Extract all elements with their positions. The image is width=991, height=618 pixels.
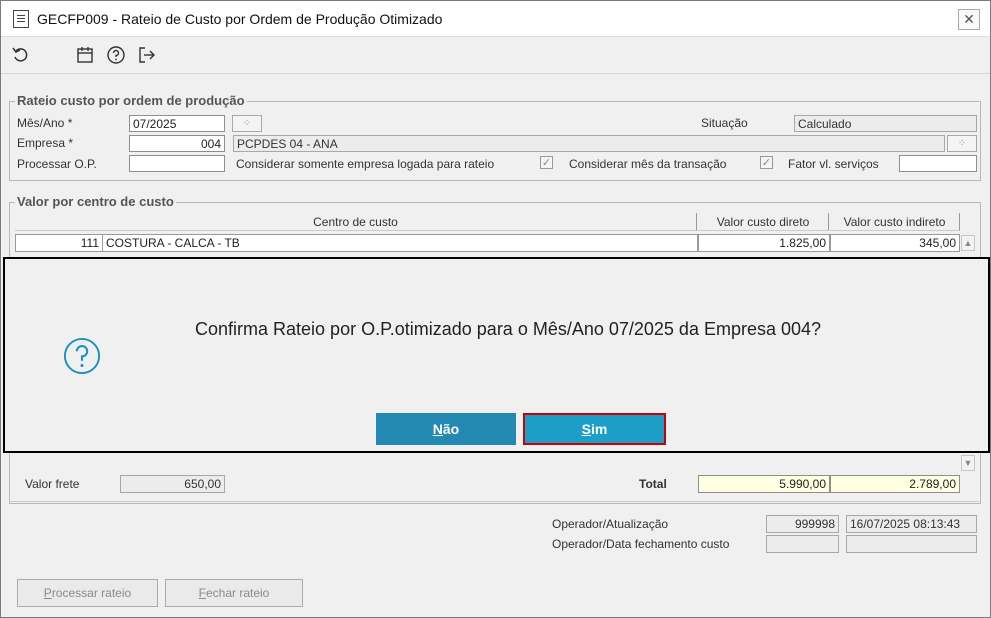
fechamento-date-field xyxy=(846,535,977,553)
total-indireto-field: 2.789,00 xyxy=(830,475,960,493)
close-button[interactable]: ✕ xyxy=(958,9,980,30)
atualizacao-datetime-field: 16/07/2025 08:13:43 xyxy=(846,515,977,533)
fechar-rateio-button[interactable]: Fechar rateio xyxy=(165,579,303,607)
centro-custo-legend: Valor por centro de custo xyxy=(15,194,176,209)
exit-icon[interactable] xyxy=(137,45,157,65)
considerar-mes-label: Considerar mês da transação xyxy=(569,157,727,171)
atualizacao-operator-field: 999998 xyxy=(766,515,839,533)
fechamento-operator-field xyxy=(766,535,839,553)
considerar-mes-checkbox[interactable]: ✓ xyxy=(760,156,773,169)
divider xyxy=(9,501,979,502)
question-icon xyxy=(63,337,101,375)
fator-input[interactable] xyxy=(899,155,977,172)
fechamento-label: Operador/Data fechamento custo xyxy=(552,537,730,551)
nao-button[interactable]: Não xyxy=(376,413,516,445)
processar-label: rocessar rateio xyxy=(51,586,132,600)
title-bar: GECFP009 - Rateio de Custo por Ordem de … xyxy=(1,1,990,37)
empresa-code-input[interactable]: 004 xyxy=(129,135,225,152)
row-code-cell[interactable]: 111 xyxy=(15,234,103,252)
window-title: GECFP009 - Rateio de Custo por Ordem de … xyxy=(37,11,443,27)
fechar-label: echar rateio xyxy=(205,586,270,600)
empresa-lookup-icon[interactable]: ⁘ xyxy=(947,135,977,152)
mes-ano-input[interactable]: 07/2025 xyxy=(129,115,225,132)
nao-mnemonic: N xyxy=(432,421,443,437)
processar-mnemonic: P xyxy=(43,586,52,600)
scroll-down-button[interactable]: ▼ xyxy=(961,455,975,471)
sim-label: im xyxy=(591,421,608,437)
empresa-name-field: PCPDES 04 - ANA xyxy=(233,135,945,152)
fechar-mnemonic: F xyxy=(198,586,206,600)
confirm-dialog: Confirma Rateio por O.P.otimizado para o… xyxy=(3,257,990,453)
undo-icon[interactable] xyxy=(11,45,31,65)
situacao-label: Situação xyxy=(701,116,748,130)
processar-op-input[interactable] xyxy=(129,155,225,172)
considerar-empresa-label: Considerar somente empresa logada para r… xyxy=(236,157,495,171)
frete-label: Valor frete xyxy=(25,477,80,491)
fator-label: Fator vl. serviços xyxy=(788,157,879,171)
nao-label: ão xyxy=(442,421,460,437)
total-direto-field: 5.990,00 xyxy=(698,475,830,493)
scroll-up-button[interactable]: ▲ xyxy=(961,235,975,251)
rateio-group-legend: Rateio custo por ordem de produção xyxy=(15,93,247,108)
processar-op-label: Processar O.P. xyxy=(17,157,97,171)
empresa-label: Empresa * xyxy=(17,136,74,150)
row-name-cell[interactable]: COSTURA - CALCA - TB xyxy=(102,234,698,252)
situacao-field: Calculado xyxy=(794,115,977,132)
mes-ano-lookup-icon[interactable]: ⁘ xyxy=(232,115,262,132)
main-window: GECFP009 - Rateio de Custo por Ordem de … xyxy=(0,0,991,618)
col-header-direto[interactable]: Valor custo direto xyxy=(698,213,829,231)
atualizacao-label: Operador/Atualização xyxy=(552,517,669,531)
mes-ano-label: Mês/Ano * xyxy=(17,116,73,130)
app-document-icon xyxy=(13,10,29,28)
sim-button[interactable]: Sim xyxy=(523,413,666,445)
toolbar xyxy=(1,37,990,74)
row-indireto-cell[interactable]: 345,00 xyxy=(830,234,960,252)
col-header-indireto[interactable]: Valor custo indireto xyxy=(830,213,960,231)
calendar-icon[interactable] xyxy=(75,45,95,65)
dialog-message: Confirma Rateio por O.P.otimizado para o… xyxy=(195,319,822,339)
considerar-empresa-checkbox[interactable]: ✓ xyxy=(540,156,553,169)
sim-mnemonic: S xyxy=(581,421,591,437)
row-direto-cell[interactable]: 1.825,00 xyxy=(698,234,830,252)
frete-field: 650,00 xyxy=(120,475,225,493)
help-icon[interactable] xyxy=(106,45,126,65)
processar-rateio-button[interactable]: Processar rateio xyxy=(17,579,158,607)
total-label: Total xyxy=(639,477,667,491)
col-header-centro[interactable]: Centro de custo xyxy=(15,213,697,231)
